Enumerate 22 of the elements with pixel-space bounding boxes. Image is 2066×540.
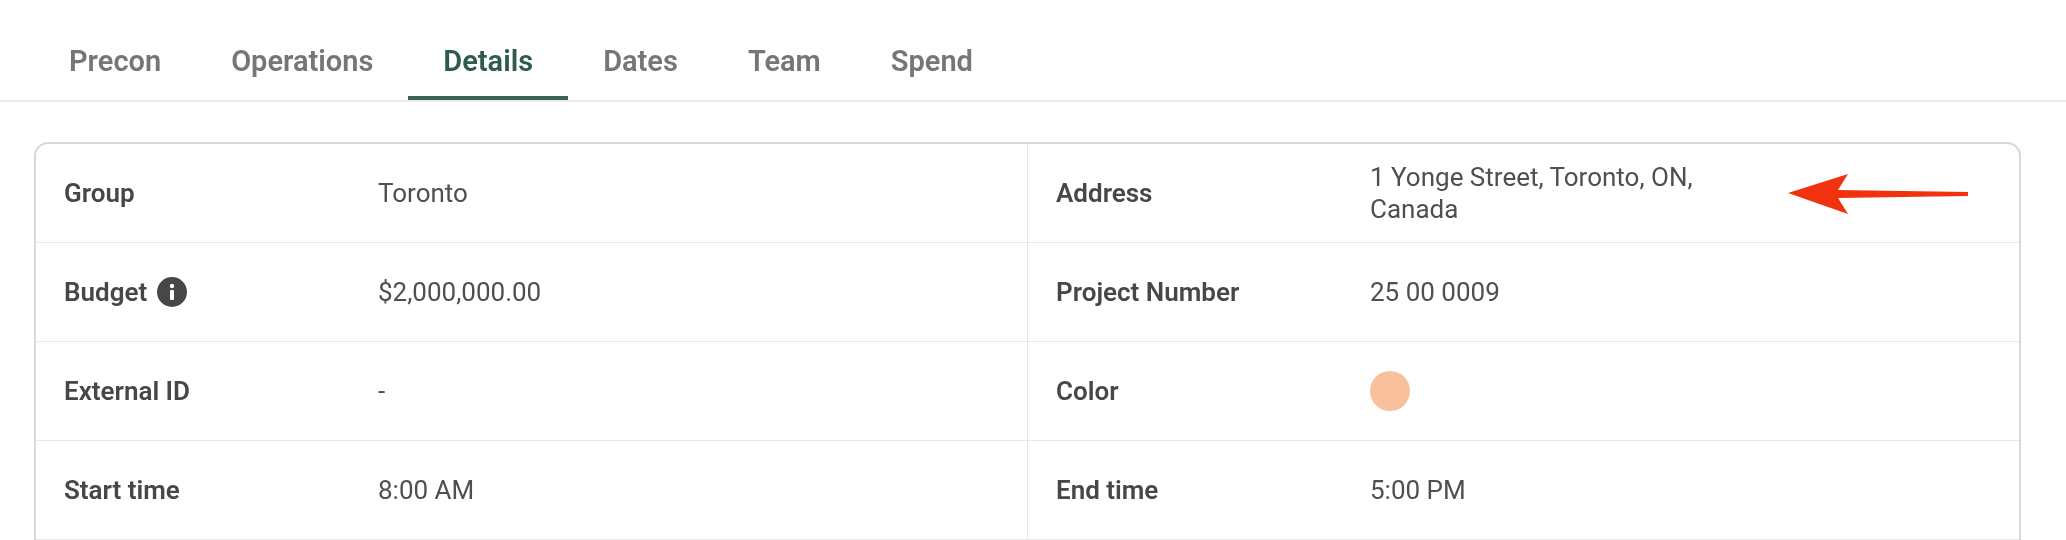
tab[interactable]: Team [712, 0, 856, 100]
field-label: Color [1056, 374, 1119, 408]
tab[interactable]: Spend [855, 0, 1008, 100]
info-icon[interactable] [157, 277, 188, 307]
field-value: $2,000,000.00 [378, 276, 543, 308]
field-value: 1 Yonge Street, Toronto, ON, Canada [1370, 161, 1694, 225]
tab[interactable]: Precon [34, 0, 197, 100]
field-label: Group [64, 176, 135, 210]
field-label: End time [1056, 473, 1159, 507]
field-value: 25 00 0009 [1370, 276, 1501, 308]
field-value: Toronto [378, 177, 469, 209]
field-label: Project Number [1056, 275, 1240, 309]
field-label: Start time [64, 473, 180, 507]
field-label: External ID [64, 374, 190, 408]
tab[interactable]: Dates [568, 0, 713, 100]
field-label: Address [1056, 176, 1153, 210]
field-value: 5:00 PM [1370, 474, 1467, 506]
tab[interactable]: Details [408, 0, 569, 100]
field-value: 8:00 AM [378, 474, 476, 506]
tab[interactable]: Operations [196, 0, 409, 100]
field-value: - [378, 375, 387, 407]
field-label: Budget [64, 275, 148, 309]
